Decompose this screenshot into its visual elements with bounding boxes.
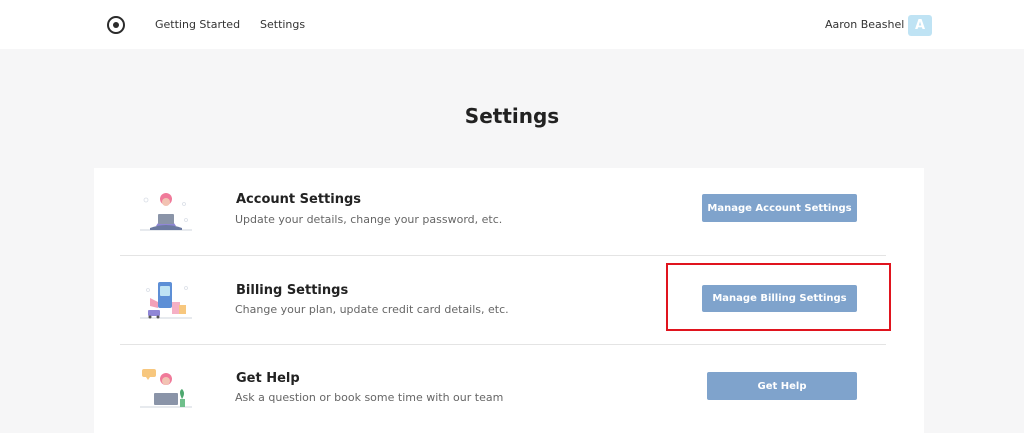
nav-settings[interactable]: Settings (260, 18, 305, 31)
avatar[interactable]: A (908, 15, 932, 36)
billing-settings-row: Billing Settings Change your plan, updat… (120, 256, 886, 345)
manage-account-settings-button[interactable]: Manage Account Settings (702, 194, 857, 222)
get-help-title: Get Help (236, 371, 300, 386)
logo-icon[interactable] (107, 16, 125, 34)
get-help-illustration (140, 369, 192, 408)
nav-getting-started[interactable]: Getting Started (155, 18, 240, 31)
account-settings-title: Account Settings (236, 192, 362, 207)
get-help-description: Ask a question or book some time with ou… (235, 391, 504, 404)
billing-settings-title: Billing Settings (236, 283, 349, 298)
settings-card: Account Settings Update your details, ch… (94, 168, 924, 433)
billing-settings-illustration (140, 282, 192, 319)
account-settings-row: Account Settings Update your details, ch… (120, 168, 886, 256)
account-settings-illustration (140, 193, 192, 231)
manage-billing-settings-button[interactable]: Manage Billing Settings (702, 285, 857, 312)
get-help-row: Get Help Ask a question or book some tim… (120, 345, 886, 433)
get-help-button[interactable]: Get Help (707, 372, 857, 400)
page-title: Settings (464, 104, 560, 128)
top-nav-bar: Getting Started Settings Aaron Beashel A (0, 0, 1024, 49)
user-name[interactable]: Aaron Beashel (825, 18, 904, 31)
account-settings-description: Update your details, change your passwor… (235, 213, 503, 226)
billing-settings-description: Change your plan, update credit card det… (235, 303, 509, 316)
